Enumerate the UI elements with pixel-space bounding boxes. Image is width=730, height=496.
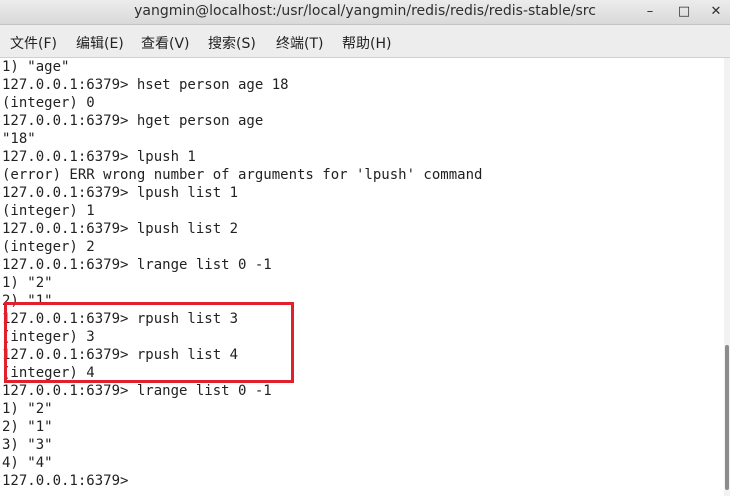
terminal-line: 127.0.0.1:6379> lrange list 0 -1 xyxy=(2,257,272,273)
menu-help[interactable]: 帮助(H) xyxy=(342,33,391,53)
minimize-icon[interactable]: – xyxy=(640,2,660,22)
menu-view[interactable]: 查看(V) xyxy=(141,33,190,53)
terminal-line: 2) "1" xyxy=(2,419,53,435)
terminal-line: 127.0.0.1:6379> hset person age 18 xyxy=(2,77,289,93)
terminal-line: 4) "4" xyxy=(2,455,53,471)
terminal-line: 127.0.0.1:6379> lrange list 0 -1 xyxy=(2,383,272,399)
terminal-line: 1) "2" xyxy=(2,275,53,291)
terminal-line: 127.0.0.1:6379> hget person age xyxy=(2,113,264,129)
terminal-line: 3) "3" xyxy=(2,437,53,453)
terminal-line: 1) "age" xyxy=(2,59,70,75)
terminal-line: (integer) 1 xyxy=(2,203,95,219)
terminal-prompt[interactable]: 127.0.0.1:6379> xyxy=(2,472,128,490)
terminal-line: (error) ERR wrong number of arguments fo… xyxy=(2,167,483,183)
terminal-line: (integer) 0 xyxy=(2,95,95,111)
window-titlebar[interactable]: yangmin@localhost:/usr/local/yangmin/red… xyxy=(0,0,730,25)
menu-file[interactable]: 文件(F) xyxy=(10,33,57,53)
terminal-line: "18" xyxy=(2,131,36,147)
menu-search[interactable]: 搜索(S) xyxy=(208,33,256,53)
menu-bar: 文件(F) 编辑(E) 查看(V) 搜索(S) 终端(T) 帮助(H) xyxy=(0,25,730,58)
terminal-line: (integer) 2 xyxy=(2,239,95,255)
menu-edit[interactable]: 编辑(E) xyxy=(76,33,124,53)
terminal-line: 127.0.0.1:6379> lpush list 2 xyxy=(2,221,239,237)
terminal-line: 127.0.0.1:6379> lpush list 1 xyxy=(2,185,239,201)
scrollbar-thumb[interactable] xyxy=(725,345,729,490)
highlight-box xyxy=(4,302,294,383)
menu-terminal[interactable]: 终端(T) xyxy=(276,33,323,53)
terminal-line: 127.0.0.1:6379> lpush 1 xyxy=(2,149,196,165)
maximize-icon[interactable]: □ xyxy=(674,2,694,22)
close-icon[interactable]: ✕ xyxy=(706,2,726,22)
terminal-line: 1) "2" xyxy=(2,401,53,417)
window-title: yangmin@localhost:/usr/local/yangmin/red… xyxy=(134,3,596,19)
